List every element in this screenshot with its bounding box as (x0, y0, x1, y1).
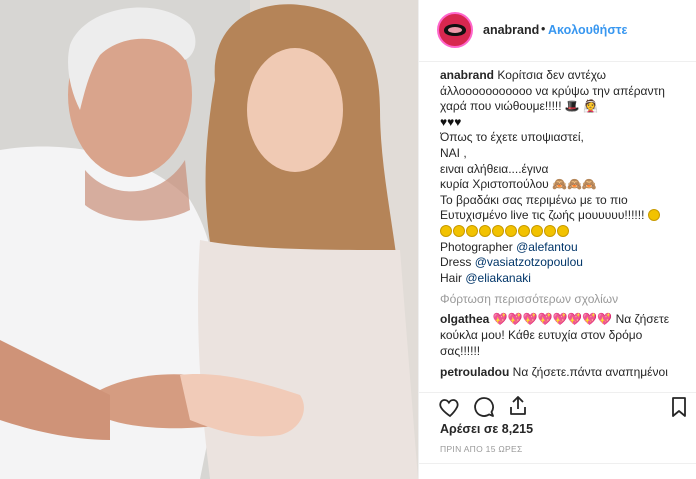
post-photo[interactable] (0, 0, 418, 479)
separator-dot: • (541, 22, 546, 36)
smiley-icon (544, 224, 556, 237)
username-link[interactable]: anabrand (483, 23, 539, 37)
smiley-row (440, 224, 685, 240)
hair-label: Hair (440, 270, 463, 285)
comments-list: anabrand Κορίτσια δεν αντέχω άλλοοοοοοοο… (440, 68, 685, 390)
divider (419, 463, 696, 464)
likes-count[interactable]: Αρέσει σε 8,215 (440, 422, 533, 436)
smiley-icon (557, 224, 569, 237)
smiley-icon (453, 224, 465, 237)
caption-text-5: ειναι αλήθεια....έγινα (440, 161, 549, 176)
comment-text: Να ζήσετε.πάντα αναπημένοι (512, 365, 668, 380)
photographer-label: Photographer (440, 239, 513, 254)
instagram-post: anabrand • Ακολουθήστε anabrand Κορίτσια… (0, 0, 696, 479)
hearts-emoji-icon: 💖💖💖💖💖💖💖💖 (492, 312, 613, 327)
caption-text-7: Το βραδάκι σας περιμένω με το πιο Ευτυχι… (440, 192, 645, 223)
monkey-emoji-icon: 🙈🙈🙈 (552, 177, 597, 192)
caption-text-6: κυρία Χριστοπούλου (440, 177, 549, 192)
comment: petrouladou Να ζήσετε.πάντα αναπημένοι (440, 365, 685, 381)
comment-author[interactable]: olgathea (440, 312, 489, 326)
comment-author[interactable]: petrouladou (440, 365, 509, 379)
photo-illustration (0, 0, 418, 479)
smiley-icon (518, 224, 530, 237)
smiley-icon (440, 224, 452, 237)
smiley-icon (466, 224, 478, 237)
hair-mention[interactable]: @eliakanaki (465, 271, 531, 285)
heart-icon[interactable] (438, 395, 462, 419)
load-more-comments-link[interactable]: Φόρτωση περισσότερων σχολίων (440, 292, 685, 306)
comment-icon[interactable] (472, 395, 496, 419)
smiley-icon (505, 224, 517, 237)
caption-text-4: ΝΑΙ , (440, 145, 467, 160)
smiley-icon (647, 209, 660, 222)
smiley-icon (479, 224, 491, 237)
caption-author[interactable]: anabrand (440, 68, 494, 82)
wedding-emoji-icon: 🎩 👰 (564, 99, 599, 114)
action-bar (419, 392, 696, 423)
caption-text-3: Όπως το έχετε υποψιαστεί, (440, 130, 584, 145)
comment: olgathea 💖💖💖💖💖💖💖💖 Να ζήσετε κούκλα μου! … (440, 312, 685, 359)
caption: anabrand Κορίτσια δεν αντέχω άλλοοοοοοοο… (440, 68, 685, 286)
avatar[interactable] (437, 12, 473, 48)
bookmark-icon[interactable] (667, 395, 691, 419)
caption-hearts: ♥♥♥ (440, 114, 462, 129)
dress-mention[interactable]: @vasiatzotzopoulou (475, 255, 583, 269)
follow-button[interactable]: Ακολουθήστε (548, 23, 627, 37)
share-icon[interactable] (506, 394, 530, 418)
dress-label: Dress (440, 255, 472, 270)
post-header: anabrand • Ακολουθήστε (419, 0, 696, 62)
photographer-mention[interactable]: @alefantou (516, 240, 578, 254)
smiley-icon (531, 224, 543, 237)
smiley-icon (492, 224, 504, 237)
post-timestamp: ΠΡΙΝ ΑΠΟ 15 ΩΡΕΣ (440, 444, 523, 454)
post-sidebar: anabrand • Ακολουθήστε anabrand Κορίτσια… (418, 0, 696, 479)
